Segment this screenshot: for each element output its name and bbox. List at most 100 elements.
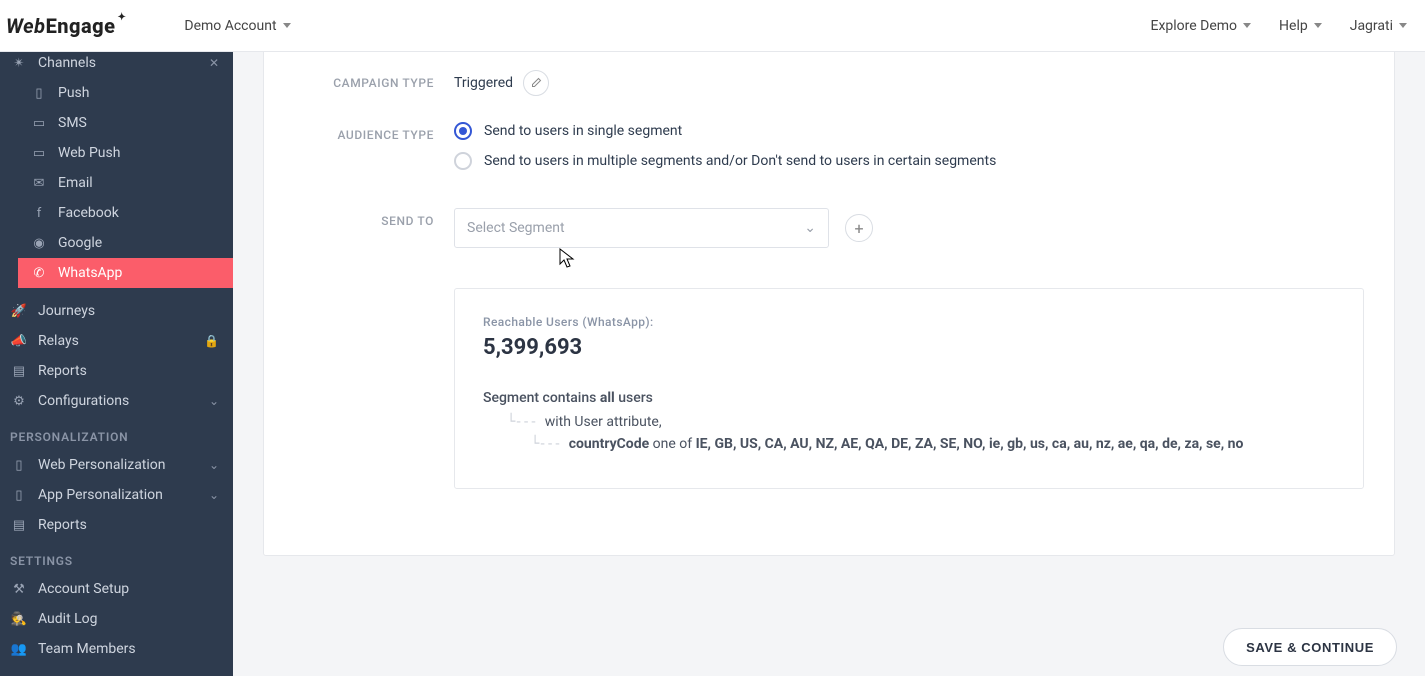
chevron-down-icon: ⌄ <box>209 488 219 502</box>
audit-log-icon: 🕵 <box>10 612 28 627</box>
segment-country-line: └--- countryCode one of IE, GB, US, CA, … <box>531 436 1335 452</box>
radio-single-segment[interactable]: Send to users in single segment <box>454 122 1364 140</box>
sidebar-item-relays[interactable]: 📣 Relays 🔒 <box>0 326 233 356</box>
campaign-type-value: Triggered <box>454 75 513 91</box>
row-campaign-type: CAMPAIGN TYPE Triggered <box>264 70 1394 96</box>
sidebar-item-sms[interactable]: ▭ SMS <box>0 108 233 138</box>
sidebar-label: Reports <box>38 363 87 379</box>
plus-icon: + <box>854 219 863 238</box>
sidebar-label: Google <box>58 235 102 251</box>
sidebar-item-app-personalization[interactable]: ▯ App Personalization ⌄ <box>0 480 233 510</box>
sidebar-item-webpush[interactable]: ▭ Web Push <box>0 138 233 168</box>
relays-icon: 📣 <box>10 334 28 349</box>
row-audience-type: AUDIENCE TYPE Send to users in single se… <box>264 122 1394 182</box>
radio-icon <box>454 122 472 140</box>
user-menu[interactable]: Jagrati <box>1350 18 1407 34</box>
top-header: WebEngage ✦ Demo Account Explore Demo He… <box>0 0 1425 52</box>
chevron-down-icon <box>1314 23 1322 28</box>
sidebar-item-facebook[interactable]: f Facebook <box>0 198 233 228</box>
sidebar-channels-header[interactable]: ✴ Channels ✕ <box>0 52 233 78</box>
reachability-panel: Reachable Users (WhatsApp): 5,399,693 Se… <box>454 288 1364 489</box>
chevron-down-icon: ⌄ <box>804 220 816 236</box>
sidebar-item-web-personalization[interactable]: ▯ Web Personalization ⌄ <box>0 450 233 480</box>
account-label: Demo Account <box>184 18 276 34</box>
sidebar-item-email[interactable]: ✉ Email <box>0 168 233 198</box>
help-link[interactable]: Help <box>1279 18 1322 34</box>
explore-label: Explore Demo <box>1150 18 1237 34</box>
chevron-down-icon <box>1243 23 1251 28</box>
radio-label: Send to users in single segment <box>484 123 682 139</box>
sidebar-item-audit-log[interactable]: 🕵 Audit Log <box>0 604 233 634</box>
lock-icon: 🔒 <box>204 334 219 348</box>
save-label: SAVE & CONTINUE <box>1246 640 1374 655</box>
reports-icon: ▤ <box>10 518 28 533</box>
audience-type-label: AUDIENCE TYPE <box>264 122 454 142</box>
sidebar-label: Team Members <box>38 641 136 657</box>
edit-campaign-type-button[interactable] <box>523 70 549 96</box>
sidebar-item-account-setup[interactable]: ⚒ Account Setup <box>0 574 233 604</box>
web-personalization-icon: ▯ <box>10 458 28 473</box>
sidebar-label: Journeys <box>38 303 95 319</box>
user-label: Jagrati <box>1350 18 1393 34</box>
radio-label: Send to users in multiple segments and/o… <box>484 153 996 169</box>
webpush-icon: ▭ <box>30 146 48 161</box>
sidebar-item-whatsapp[interactable]: ✆ WhatsApp <box>18 258 233 288</box>
save-continue-button[interactable]: SAVE & CONTINUE <box>1223 628 1397 666</box>
logo: WebEngage ✦ <box>6 14 124 38</box>
sidebar-item-push[interactable]: ▯ Push <box>0 78 233 108</box>
explore-demo-link[interactable]: Explore Demo <box>1150 18 1251 34</box>
radio-icon <box>454 152 472 170</box>
sidebar: ✴ Channels ✕ ▯ Push ▭ SMS ▭ Web Push ✉ E… <box>0 52 233 676</box>
sidebar-label: Web Push <box>58 145 120 161</box>
sidebar-label: Audit Log <box>38 611 98 627</box>
team-members-icon: 👥 <box>10 642 28 657</box>
account-setup-icon: ⚒ <box>10 582 28 597</box>
reach-title: Reachable Users (WhatsApp): <box>483 315 1335 329</box>
campaign-type-label: CAMPAIGN TYPE <box>264 70 454 90</box>
sidebar-label: Reports <box>38 517 87 533</box>
channels-icon: ✴ <box>10 56 28 71</box>
chevron-down-icon: ⌄ <box>209 458 219 472</box>
phone-icon: ▯ <box>30 86 48 101</box>
sidebar-label: Relays <box>38 333 79 349</box>
whatsapp-icon: ✆ <box>30 266 48 281</box>
configurations-icon: ⚙ <box>10 394 28 409</box>
sidebar-label: Email <box>58 175 93 191</box>
sidebar-label: Web Personalization <box>38 457 166 473</box>
sidebar-item-team-members[interactable]: 👥 Team Members <box>0 634 233 664</box>
sidebar-label: SMS <box>58 115 87 131</box>
facebook-icon: f <box>30 206 48 221</box>
sidebar-item-configurations[interactable]: ⚙ Configurations ⌄ <box>0 386 233 416</box>
add-segment-button[interactable]: + <box>845 214 873 242</box>
sidebar-label: Configurations <box>38 393 129 409</box>
sidebar-section-personalization: PERSONALIZATION <box>0 416 233 450</box>
sidebar-item-journeys[interactable]: 🚀 Journeys <box>0 296 233 326</box>
campaign-card: CAMPAIGN TYPE Triggered AUDIENCE TYPE Se… <box>263 52 1395 556</box>
row-send-to: SEND TO Select Segment ⌄ + Reachable Use… <box>264 208 1394 489</box>
sidebar-item-reports[interactable]: ▤ Reports <box>0 356 233 386</box>
close-icon[interactable]: ✕ <box>209 56 219 70</box>
sidebar-label: App Personalization <box>38 487 163 503</box>
send-to-label: SEND TO <box>264 208 454 228</box>
sidebar-section-settings: SETTINGS <box>0 540 233 574</box>
segment-placeholder: Select Segment <box>467 220 565 236</box>
segment-select[interactable]: Select Segment ⌄ <box>454 208 829 248</box>
email-icon: ✉ <box>30 176 48 191</box>
pencil-icon <box>530 77 542 89</box>
reports-icon: ▤ <box>10 364 28 379</box>
sidebar-item-google[interactable]: ◉ Google <box>0 228 233 258</box>
radio-multi-segment[interactable]: Send to users in multiple segments and/o… <box>454 152 1364 170</box>
sidebar-item-reports-2[interactable]: ▤ Reports <box>0 510 233 540</box>
google-icon: ◉ <box>30 236 48 251</box>
sms-icon: ▭ <box>30 116 48 131</box>
sidebar-label: Push <box>58 85 90 101</box>
app-personalization-icon: ▯ <box>10 488 28 503</box>
chevron-down-icon: ⌄ <box>209 394 219 408</box>
tree-branch-icon: └--- <box>507 414 537 430</box>
sidebar-label: WhatsApp <box>58 265 122 281</box>
journeys-icon: 🚀 <box>10 304 28 319</box>
account-switcher[interactable]: Demo Account <box>184 18 290 34</box>
main-area: CAMPAIGN TYPE Triggered AUDIENCE TYPE Se… <box>233 52 1425 676</box>
chevron-down-icon <box>1399 23 1407 28</box>
chevron-down-icon <box>283 23 291 28</box>
